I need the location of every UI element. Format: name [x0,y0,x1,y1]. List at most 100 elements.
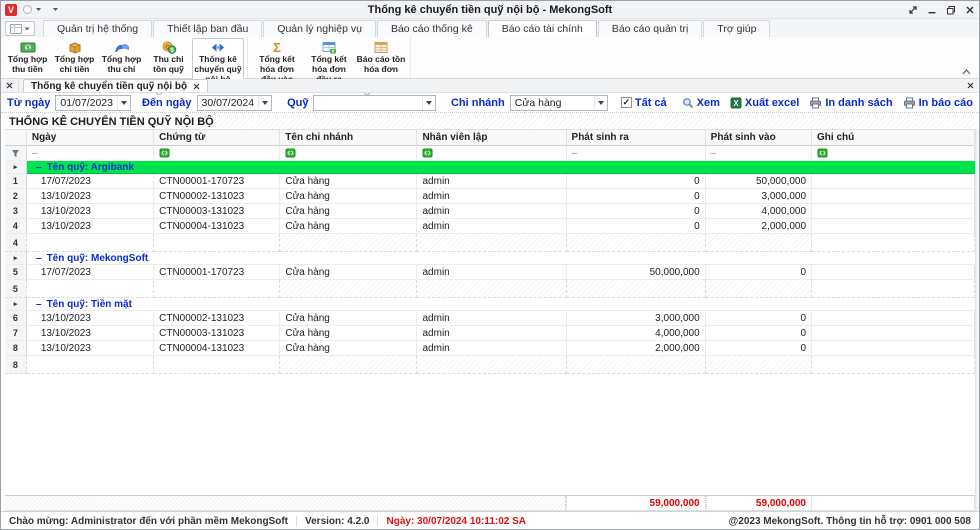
data-row[interactable]: 117/07/2023CTN00001-170723Cửa hàngadmin0… [5,174,975,189]
cell-chinhanh: Cửa hàng [280,265,417,280]
ribbon-tab-3[interactable]: Báo cáo thống kê [377,20,487,37]
transfer-icon [210,40,226,54]
ribbon-tab-6[interactable]: Trợ giúp [703,20,770,37]
group-row-0[interactable]: ▸–Tên quỹ: Argibank [5,161,975,174]
quick-access-circle-icon[interactable] [22,4,33,15]
ribbon-button[interactable]: C$Thu chi tồn quỹ [145,38,192,77]
filter-cell-ra[interactable]: – [567,146,706,161]
data-row[interactable]: 517/07/2023CTN00001-170723Cửa hàngadmin5… [5,265,975,280]
collapse-minus-icon[interactable]: – [36,162,42,173]
ribbon-collapse-icon[interactable] [962,69,971,75]
ribbon-button[interactable]: Báo cáo tồn hóa đơn [355,38,407,77]
data-row[interactable]: 813/10/2023CTN00004-131023Cửa hàngadmin2… [5,341,975,356]
cell-vao: 0 [706,311,812,326]
vertical-scrollbar[interactable] [975,129,979,511]
group-header-label: –Tên quỹ: MekongSoft [27,252,975,265]
cell-ra: 0 [567,174,706,189]
ribbon-button[interactable]: Tổng hợp chi tiền [51,38,98,77]
column-header-chinhanh[interactable]: Tên chi nhánh [280,130,417,146]
cell-ra: 0 [567,189,706,204]
svg-text:X: X [733,99,739,108]
expand-icon[interactable] [908,5,918,15]
action-button-0[interactable]: Xem [682,97,720,109]
dropdown-icon[interactable] [258,96,271,110]
action-button-1[interactable]: XXuất excel [730,97,799,109]
ribbon-button[interactable]: $Tổng hợp thu tiền [4,38,51,77]
cell-ngay: 17/07/2023 [27,174,154,189]
dropdown-icon[interactable] [422,96,435,110]
fund-select[interactable] [313,95,435,111]
cell-ngay: 13/10/2023 [27,326,154,341]
cell-chinhanh: Cửa hàng [280,326,417,341]
restore-icon[interactable] [946,5,956,15]
summary-cell-chungtu [154,356,280,374]
document-tab[interactable]: Thống kê chuyển tiền quỹ nội bộ [23,79,208,92]
dropdown-icon[interactable] [117,96,130,110]
filter-cell-chinhanh[interactable] [280,146,417,161]
branch-select[interactable]: Cửa hàng [510,95,608,111]
close-icon[interactable] [965,5,975,15]
action-button-3[interactable]: In báo cáo [903,97,973,109]
cell-ngay: 13/10/2023 [27,219,154,234]
cell-vao: 0 [706,265,812,280]
application-menu-button[interactable] [5,21,35,36]
column-header-nhanvien[interactable]: Nhân viên lập [417,130,566,146]
cell-ngay: 13/10/2023 [27,204,154,219]
data-row[interactable]: 413/10/2023CTN00004-131023Cửa hàngadmin0… [5,219,975,234]
cell-nhanvien: admin [417,311,566,326]
to-date-label: Đến ngày [142,97,192,109]
ribbon-tab-5[interactable]: Báo cáo quản trị [598,20,702,37]
cell-vao: 4,000,000 [706,204,812,219]
grid-filter-row[interactable]: ––– [5,146,975,161]
data-row[interactable]: 713/10/2023CTN00003-131023Cửa hàngadmin4… [5,326,975,341]
filter-cell-nhanvien[interactable] [417,146,566,161]
group-name: Tên quỹ: Argibank [47,162,134,173]
column-header-chungtu[interactable]: Chứng từ [154,130,280,146]
branch-label: Chi nhánh [451,97,505,109]
collapse-minus-icon[interactable]: – [36,253,42,264]
minimize-icon[interactable] [927,5,937,15]
filter-cell-ghichu[interactable] [812,146,975,161]
cell-nhanvien: admin [417,189,566,204]
total-row-left [5,496,566,511]
cell-ghichu [812,326,975,341]
cell-chinhanh: Cửa hàng [280,204,417,219]
to-date-picker[interactable]: 30/07/2024 [197,95,273,111]
action-button-2[interactable]: In danh sách [809,97,892,109]
ribbon-button[interactable]: Tổng hợp thu chi [98,38,145,77]
ribbon-tab-2[interactable]: Quản lý nghiệp vụ [263,20,376,37]
column-header-ghichu[interactable]: Ghi chú [812,130,975,146]
chevron-down-icon[interactable] [35,7,42,12]
summary-row-number: 8 [5,356,27,374]
cell-ngay: 13/10/2023 [27,341,154,356]
ribbon-tab-1[interactable]: Thiết lập ban đầu [153,20,262,37]
data-row[interactable]: 613/10/2023CTN00002-131023Cửa hàngadmin3… [5,311,975,326]
select-all-checkbox[interactable]: ✓ Tất cả [621,97,667,109]
dropdown-icon[interactable] [594,96,607,110]
from-date-picker[interactable]: 01/07/2023 [55,95,131,111]
close-tab-icon[interactable] [193,83,200,90]
data-row[interactable]: 213/10/2023CTN00002-131023Cửa hàngadmin0… [5,189,975,204]
column-header-ra[interactable]: Phát sinh ra [567,130,706,146]
filter-cell-ngay[interactable]: – [27,146,154,161]
column-header-vao[interactable]: Phát sinh vào [706,130,812,146]
summary-cell-ghichu [812,234,975,252]
ribbon-tab-4[interactable]: Báo cáo tài chính [488,20,597,37]
ribbon-tab-strip: Quản trị hệ thốngThiết lập ban đầuQuản l… [1,19,979,37]
filter-row-indicator [5,146,27,161]
close-all-tabs-button[interactable] [1,79,19,92]
summary-cell-ngay [27,280,154,298]
group-row-2[interactable]: ▸–Tên quỹ: Tiền mặt [5,298,975,311]
column-header-ngay[interactable]: Ngày [27,130,154,146]
ribbon-tab-0[interactable]: Quản trị hệ thống [43,20,152,37]
funnel-icon [11,149,20,158]
filter-cell-chungtu[interactable] [154,146,280,161]
collapse-minus-icon[interactable]: – [36,299,42,310]
edit-filter-icon [285,148,296,158]
cell-nhanvien: admin [417,265,566,280]
group-row-1[interactable]: ▸–Tên quỹ: MekongSoft [5,252,975,265]
close-document-button[interactable] [961,79,979,92]
chevron-down-icon[interactable] [52,7,59,12]
filter-cell-vao[interactable]: – [706,146,812,161]
data-row[interactable]: 313/10/2023CTN00003-131023Cửa hàngadmin0… [5,204,975,219]
